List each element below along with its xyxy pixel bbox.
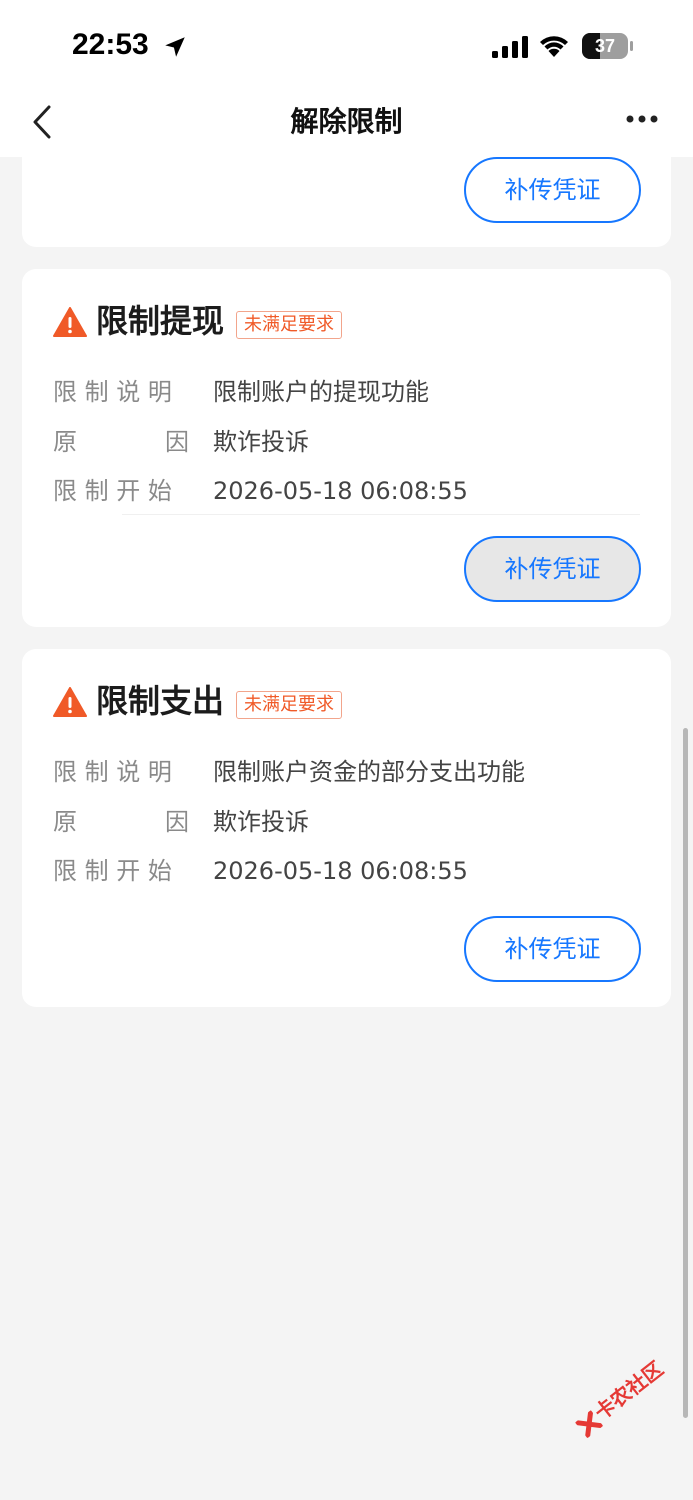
upload-proof-button[interactable]: 补传凭证 (464, 157, 641, 223)
reason-label: 原 (53, 428, 77, 456)
divider (122, 514, 640, 515)
start-value: 2026-05-18 06:08:55 (213, 477, 468, 505)
scrollbar[interactable] (683, 728, 688, 1418)
upload-proof-button[interactable]: 补传凭证 (464, 536, 641, 602)
reason-value: 欺诈投诉 (213, 428, 309, 456)
reason-label-end: 因 (165, 428, 189, 456)
start-value: 2026-05-18 06:08:55 (213, 857, 468, 885)
restriction-card-withdraw: 限制提现 未满足要求 限 制 说 明 限制账户的提现功能 原 因 欺诈投诉 限 … (22, 269, 671, 627)
more-icon[interactable] (626, 114, 658, 124)
status-badge: 未满足要求 (236, 311, 342, 339)
reason-value: 欺诈投诉 (213, 808, 309, 836)
status-bar: 22:53 37 (0, 0, 693, 90)
watermark-text: 卡农社区 (589, 1356, 668, 1425)
signal-icon (492, 36, 528, 58)
card-title: 限制提现 (96, 302, 225, 340)
desc-value: 限制账户的提现功能 (213, 378, 429, 406)
upload-proof-button[interactable]: 补传凭证 (464, 916, 641, 982)
watermark: 卡农社区 (570, 1353, 668, 1439)
nav-bar: 解除限制 (0, 90, 693, 157)
card-title: 限制支出 (96, 682, 225, 720)
start-label: 限 制 开 始 (53, 857, 172, 885)
warning-icon (53, 307, 87, 337)
desc-label: 限 制 说 明 (53, 758, 172, 786)
warning-icon (53, 687, 87, 717)
status-time: 22:53 (72, 28, 149, 61)
restriction-card-spending: 限制支出 未满足要求 限 制 说 明 限制账户资金的部分支出功能 原 因 欺诈投… (22, 649, 671, 1007)
desc-label: 限 制 说 明 (53, 378, 172, 406)
desc-value: 限制账户资金的部分支出功能 (213, 758, 525, 786)
battery-level: 37 (594, 36, 616, 56)
page-title: 解除限制 (290, 105, 403, 138)
status-badge: 未满足要求 (236, 691, 342, 719)
start-label: 限 制 开 始 (53, 477, 172, 505)
location-arrow-icon (165, 37, 185, 57)
reason-label-end: 因 (165, 808, 189, 836)
reason-label: 原 (53, 808, 77, 836)
wifi-icon (540, 36, 568, 57)
restriction-card-partial: 补传凭证 (22, 157, 671, 247)
